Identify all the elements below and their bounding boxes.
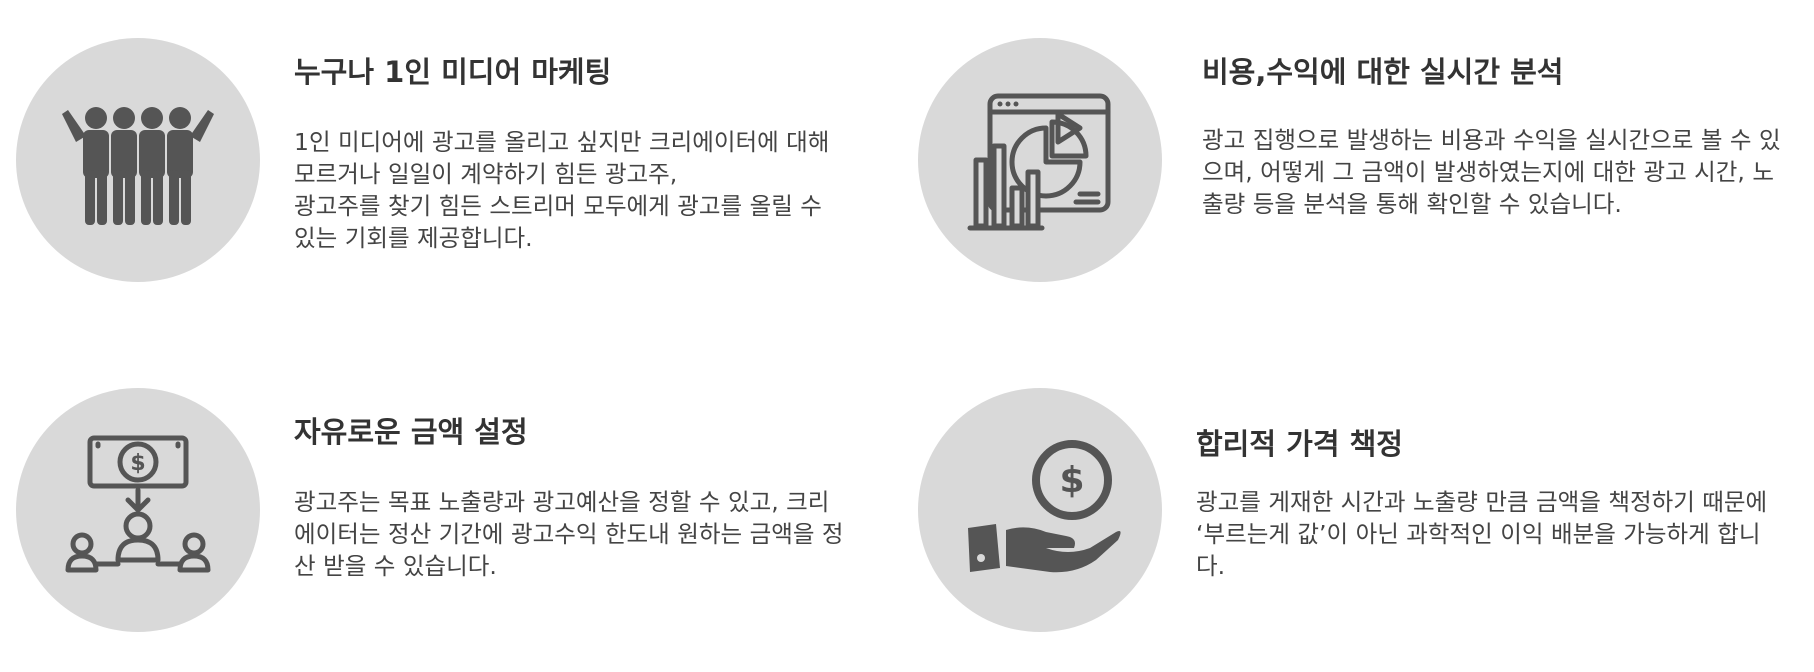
- description-line: ‘부르는게 값’이 아닌 과학적인 이익 배분을 가능하게 합니: [1196, 520, 1761, 548]
- description-line: 광고를 게재한 시간과 노출량 만큼 금액을 책정하기 때문에: [1196, 488, 1768, 516]
- description-line: 출량 등을 분석을 통해 확인할 수 있습니다.: [1202, 190, 1622, 218]
- description-line: 광고 집행으로 발생하는 비용과 수익을 실시간으로 볼 수 있: [1202, 126, 1781, 154]
- feature-title: 합리적 가격 책정: [1196, 427, 1403, 461]
- description-line: 광고주는 목표 노출량과 광고예산을 정할 수 있고, 크리: [294, 488, 830, 516]
- description-line: 다.: [1196, 552, 1226, 580]
- feature-icon-circle: [16, 38, 260, 282]
- feature-description: 광고 집행으로 발생하는 비용과 수익을 실시간으로 볼 수 있 으며, 어떻게…: [1202, 124, 1781, 220]
- feature-description: 광고를 게재한 시간과 노출량 만큼 금액을 책정하기 때문에 ‘부르는게 값’…: [1196, 486, 1767, 582]
- feature-icon-circle: $: [918, 388, 1162, 632]
- description-line: 1인 미디어에 광고를 올리고 싶지만 크리에이터에 대해: [294, 128, 830, 156]
- description-line: 모르거나 일일이 계약하기 힘든 광고주,: [294, 160, 678, 188]
- analytics-chart-icon: [967, 93, 1111, 231]
- hand-coin-icon: $: [968, 440, 1121, 573]
- feature-one-person-media: 누구나 1인 미디어 마케팅 1인 미디어에 광고를 올리고 싶지만 크리에이터…: [16, 38, 896, 288]
- feature-description: 광고주는 목표 노출량과 광고예산을 정할 수 있고, 크리 에이터는 정산 기…: [294, 486, 844, 582]
- feature-title: 자유로운 금액 설정: [294, 415, 528, 449]
- description-line: 광고주를 찾기 힘든 스트리머 모두에게 광고를 올릴 수: [294, 192, 822, 220]
- feature-title: 누구나 1인 미디어 마케팅: [294, 55, 612, 89]
- svg-text:$: $: [130, 451, 145, 476]
- description-line: 으며, 어떻게 그 금액이 발생하였는지에 대한 광고 시간, 노: [1202, 158, 1774, 186]
- description-line: 에이터는 정산 기간에 광고수익 한도내 원하는 금액을 정: [294, 520, 844, 548]
- feature-description: 1인 미디어에 광고를 올리고 싶지만 크리에이터에 대해 모르거나 일일이 계…: [294, 126, 829, 254]
- description-line: 있는 기회를 제공합니다.: [294, 224, 533, 252]
- description-line: 산 받을 수 있습니다.: [294, 552, 497, 580]
- feature-icon-circle: [918, 38, 1162, 282]
- people-group-icon: [62, 107, 214, 225]
- money-distribution-icon: $: [65, 435, 211, 573]
- svg-text:$: $: [1059, 460, 1084, 501]
- feature-flexible-amount: $ 자유로운 금액 설정 광고주는 목표 노출량과 광고예산을 정할 수 있고,…: [16, 388, 896, 638]
- feature-reasonable-pricing: $ 합리적 가격 책정 광고를 게재한 시간과 노출량 만큼 금액을 책정하기 …: [918, 388, 1798, 638]
- feature-realtime-analysis: 비용,수익에 대한 실시간 분석 광고 집행으로 발생하는 비용과 수익을 실시…: [918, 38, 1798, 288]
- feature-title: 비용,수익에 대한 실시간 분석: [1202, 55, 1564, 89]
- feature-icon-circle: $: [16, 388, 260, 632]
